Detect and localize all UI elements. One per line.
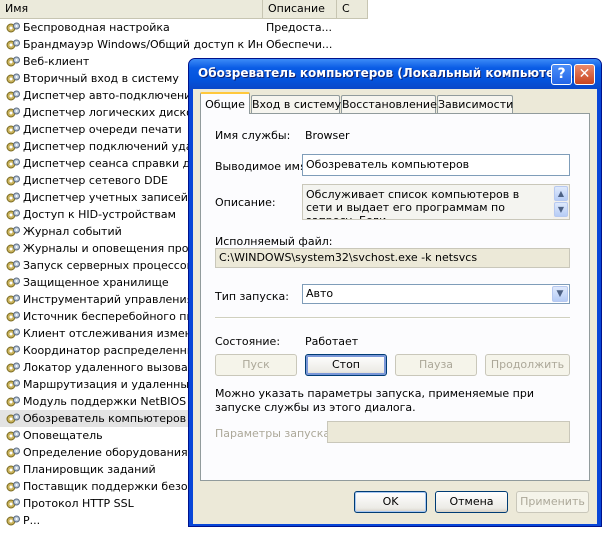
list-header: Имя Описание С [0,0,368,19]
list-item[interactable]: Брандмауэр Windows/Общий доступ к Инте..… [0,36,368,53]
service-gear-icon [6,294,20,306]
service-gear-icon [6,56,20,68]
ok-button[interactable]: OK [354,491,427,513]
description-box[interactable]: Обслуживает список компьютеров в сети и … [302,184,570,220]
description-text: Обслуживает список компьютеров в сети и … [306,188,520,219]
column-header-name[interactable]: Имя [0,0,263,18]
service-gear-icon [6,260,20,272]
startup-type-label: Тип запуска: [215,290,289,303]
service-gear-icon [6,328,20,340]
service-gear-icon [6,226,20,238]
close-button[interactable]: ✕ [574,64,595,85]
service-gear-icon [6,464,20,476]
service-name: Брандмауэр Windows/Общий доступ к Инте..… [23,38,263,51]
scroll-down-icon[interactable]: ▼ [554,202,568,217]
start-params-label: Параметры запуска: [215,427,334,440]
tab-logon[interactable]: Вход в систему [251,95,341,113]
service-properties-dialog: Обозреватель компьютеров (Локальный комп… [188,58,602,527]
service-gear-icon [6,124,20,136]
list-item[interactable]: Беспроводная настройка Предоста... [0,19,368,36]
stop-button[interactable]: Стоп [305,354,387,376]
startup-type-select[interactable]: Авто ▼ [302,284,570,304]
service-gear-icon [6,209,20,221]
service-gear-icon [6,73,20,85]
service-name: Беспроводная настройка [23,21,170,34]
scroll-up-icon[interactable]: ▲ [554,186,568,201]
service-gear-icon [6,362,20,374]
dialog-client-area: Общие Вход в систему Восстановление Зави… [193,89,597,524]
service-gear-icon [6,396,20,408]
startup-type-value: Авто [306,287,334,300]
tab-dependencies[interactable]: Зависимости [437,95,513,113]
cancel-button[interactable]: Отмена [435,491,508,513]
service-gear-icon [6,277,20,289]
start-params-hint: Можно указать параметры запуска, применя… [215,387,534,414]
start-button[interactable]: Пуск [215,354,297,376]
service-gear-icon [6,498,20,510]
exe-path-field: C:\WINDOWS\system32\svchost.exe -k netsv… [215,248,570,268]
apply-button[interactable]: Применить [516,491,589,513]
help-button[interactable]: ? [551,64,572,85]
service-description: Предоста... [266,21,333,34]
service-gear-icon [6,141,20,153]
service-gear-icon [6,311,20,323]
service-gear-icon [6,107,20,119]
description-label: Описание: [215,196,276,209]
service-gear-icon [6,39,20,51]
service-name-value: Browser [305,129,350,142]
service-gear-icon [6,243,20,255]
service-gear-icon [6,22,20,34]
resume-button[interactable]: Продолжить [485,354,570,376]
column-header-state[interactable]: С [337,0,368,18]
service-gear-icon [6,175,20,187]
separator [215,317,570,319]
service-gear-icon [6,430,20,442]
service-gear-icon [6,413,20,425]
dialog-titlebar[interactable]: Обозреватель компьютеров (Локальный комп… [189,59,601,89]
service-name-label: Имя службы: [215,129,291,142]
service-gear-icon [6,379,20,391]
tab-general[interactable]: Общие [200,92,250,114]
start-params-field[interactable] [327,421,570,443]
dialog-title: Обозреватель компьютеров (Локальный комп… [198,66,582,80]
service-gear-icon [6,481,20,493]
status-value: Работает [305,335,359,348]
pause-button[interactable]: Пауза [395,354,477,376]
chevron-down-icon[interactable]: ▼ [552,286,568,302]
service-gear-icon [6,90,20,102]
tab-recovery[interactable]: Восстановление [341,95,437,113]
exe-label: Исполняемый файл: [215,235,333,248]
display-name-label: Выводимое имя: [215,160,311,173]
display-name-field[interactable]: Обозреватель компьютеров [302,154,570,176]
status-label: Состояние: [215,335,281,348]
column-header-description[interactable]: Описание [263,0,337,18]
service-description: Обеспечи... [266,38,333,51]
service-gear-icon [6,345,20,357]
service-gear-icon [6,515,20,527]
service-gear-icon [6,158,20,170]
description-scrollbar[interactable]: ▲ ▼ [553,185,569,219]
service-gear-icon [6,447,20,459]
service-gear-icon [6,192,20,204]
general-tab-panel: Имя службы: Browser Выводимое имя: Обозр… [200,113,590,481]
